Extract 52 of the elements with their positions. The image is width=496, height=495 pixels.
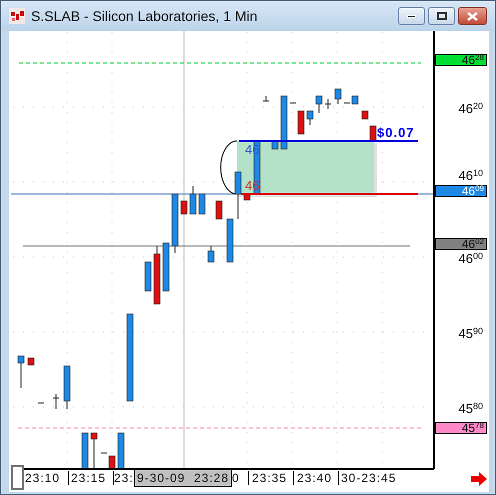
candle xyxy=(208,246,214,262)
close-icon xyxy=(467,12,478,20)
candle xyxy=(216,200,222,220)
candle xyxy=(198,194,206,214)
candle xyxy=(298,110,304,134)
price-label: 46$^{00}$ xyxy=(458,252,483,265)
time-label: 0 xyxy=(232,472,240,484)
price-difference-label: $0.07 xyxy=(377,126,415,139)
candle xyxy=(144,262,152,292)
time-label: 23:10 xyxy=(25,472,60,484)
candle xyxy=(172,194,178,254)
candle xyxy=(18,356,24,388)
candle xyxy=(334,88,342,104)
price-label: 45$^{90}$ xyxy=(458,327,483,340)
candle xyxy=(370,126,376,142)
candle xyxy=(52,394,60,410)
time-label: 23:40 xyxy=(297,472,332,484)
price-label: 46$^{20}$ xyxy=(458,102,483,115)
candle xyxy=(162,242,170,292)
candle xyxy=(324,98,332,110)
price-label: 46$^{10}$ xyxy=(458,169,483,182)
app-icon xyxy=(9,8,25,24)
candle xyxy=(316,96,322,114)
price-marker: 45$^{78}$ xyxy=(435,422,487,434)
price-marker: 46$^{09}$ xyxy=(435,185,487,197)
time-label: 23:35 xyxy=(252,472,288,484)
candle xyxy=(154,246,160,304)
right-arrow-icon[interactable] xyxy=(471,472,487,486)
candle xyxy=(108,456,116,470)
candle xyxy=(180,200,188,214)
time-label: 23: xyxy=(114,472,134,484)
candle xyxy=(28,358,34,366)
candle xyxy=(118,432,124,470)
window-title: S.SLAB - Silicon Laboratories, 1 Min xyxy=(31,6,258,26)
crosshair-time-label: 9-30-09 23:28 xyxy=(134,469,232,487)
candle xyxy=(262,96,270,102)
close-button[interactable] xyxy=(458,7,487,25)
time-label: 23:15 xyxy=(71,472,106,484)
candle xyxy=(280,96,288,150)
price-marker: 46$^{28}$ xyxy=(435,54,487,66)
candle xyxy=(82,432,88,470)
arc-line xyxy=(220,140,238,194)
candle xyxy=(64,366,70,410)
price-marker: 46$^{02}$ xyxy=(435,238,487,250)
candle xyxy=(362,110,368,120)
minimize-button[interactable] xyxy=(398,7,425,25)
candle xyxy=(306,110,314,126)
time-label: 30-23:45 xyxy=(341,472,396,484)
candle xyxy=(190,186,196,214)
candle xyxy=(90,432,98,470)
price-label: 45$^{80}$ xyxy=(458,402,483,415)
maximize-button[interactable] xyxy=(428,7,455,25)
